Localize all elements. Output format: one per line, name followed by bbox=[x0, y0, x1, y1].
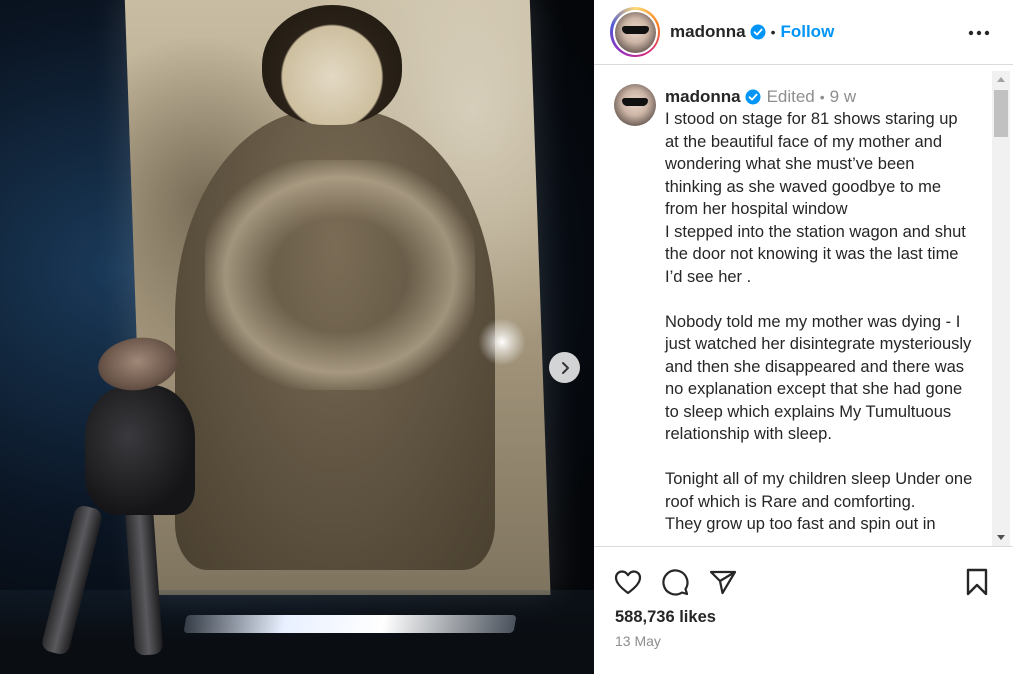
follow-button[interactable]: Follow bbox=[780, 22, 834, 42]
caption-avatar[interactable] bbox=[614, 84, 656, 126]
paper-plane-icon bbox=[709, 570, 737, 595]
performer-leg bbox=[124, 504, 164, 656]
performer-leg bbox=[40, 503, 104, 657]
verified-badge-icon bbox=[745, 89, 761, 105]
caption-section[interactable]: madonna Edited • 9 w I stood on stage fo… bbox=[594, 71, 1013, 546]
post-date[interactable]: 13 May bbox=[615, 633, 661, 649]
avatar[interactable] bbox=[610, 7, 660, 57]
verified-badge-icon bbox=[750, 24, 766, 40]
separator-dot: • bbox=[819, 89, 825, 105]
like-button[interactable] bbox=[613, 567, 643, 597]
share-button[interactable] bbox=[708, 567, 738, 597]
likes-count[interactable]: 588,736 likes bbox=[615, 608, 716, 627]
next-image-button[interactable] bbox=[549, 352, 580, 383]
more-options-button[interactable] bbox=[967, 21, 991, 45]
bookmark-icon bbox=[966, 568, 988, 596]
stage-lights bbox=[183, 615, 517, 633]
post-media[interactable] bbox=[0, 0, 594, 674]
separator-dot: • bbox=[770, 24, 776, 40]
comment-button[interactable] bbox=[660, 567, 690, 597]
post-actions: 588,736 likes 13 May bbox=[594, 546, 1013, 674]
scrollbar-thumb[interactable] bbox=[994, 90, 1008, 137]
chevron-right-icon bbox=[561, 361, 569, 374]
portrait-arms bbox=[205, 160, 475, 390]
post-timestamp[interactable]: 9 w bbox=[830, 86, 856, 108]
scroll-up-arrow[interactable] bbox=[992, 71, 1010, 88]
caption-header: madonna Edited • 9 w bbox=[665, 86, 973, 108]
scroll-down-arrow[interactable] bbox=[992, 529, 1010, 546]
post-header: madonna • Follow bbox=[594, 0, 1013, 65]
avatar-image bbox=[614, 11, 656, 53]
performer-body bbox=[85, 385, 195, 515]
save-button[interactable] bbox=[962, 567, 992, 597]
post-sidebar: madonna • Follow madonna Edited • 9 w I … bbox=[594, 0, 1013, 674]
triangle-down-icon bbox=[997, 535, 1005, 540]
performer-figure bbox=[40, 330, 210, 660]
caption-text: I stood on stage for 81 shows staring up… bbox=[665, 110, 973, 533]
edited-label: Edited bbox=[766, 87, 815, 106]
performer-hat bbox=[94, 332, 182, 396]
username-link[interactable]: madonna bbox=[670, 22, 746, 42]
comment-icon bbox=[662, 569, 689, 596]
portrait-head bbox=[262, 5, 402, 125]
caption-username[interactable]: madonna bbox=[665, 86, 741, 108]
heart-icon bbox=[614, 570, 642, 595]
caption-scrollbar[interactable] bbox=[992, 71, 1010, 546]
triangle-up-icon bbox=[997, 77, 1005, 82]
more-horizontal-icon bbox=[968, 30, 990, 36]
light-flare bbox=[478, 318, 526, 366]
caption-body: madonna Edited • 9 w I stood on stage fo… bbox=[665, 86, 973, 536]
